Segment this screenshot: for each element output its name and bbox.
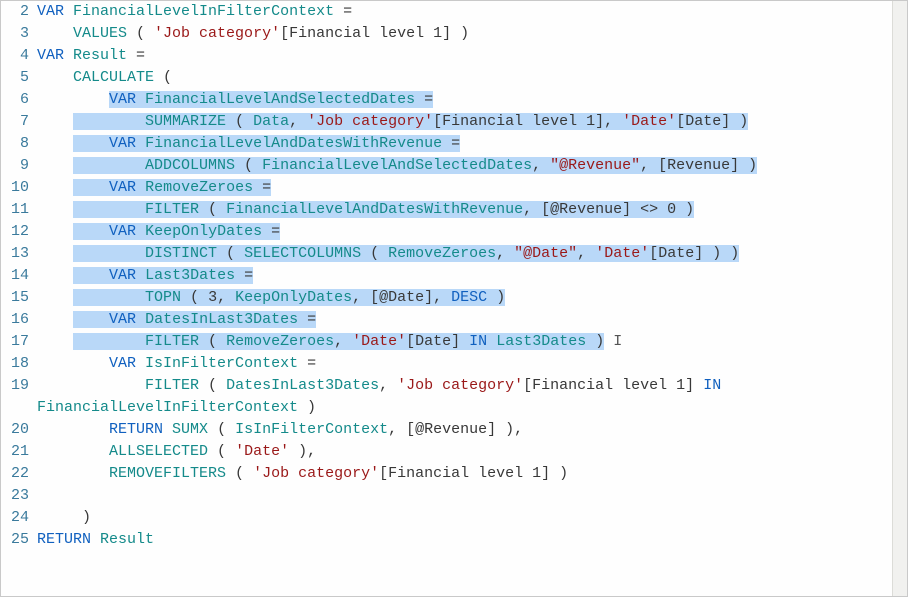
code-content[interactable]: VAR IsInFilterContext =	[37, 353, 907, 375]
text-cursor-icon: I	[604, 333, 622, 350]
line-number: 23	[1, 485, 37, 507]
selection[interactable]: VAR FinancialLevelAndSelectedDates =	[109, 91, 433, 108]
code-content[interactable]: ADDCOLUMNS ( FinancialLevelAndSelectedDa…	[37, 155, 907, 177]
code-line[interactable]: 22 REMOVEFILTERS ( 'Job category'[Financ…	[1, 463, 907, 485]
code-content[interactable]: DISTINCT ( SELECTCOLUMNS ( RemoveZeroes,…	[37, 243, 907, 265]
code-content[interactable]: REMOVEFILTERS ( 'Job category'[Financial…	[37, 463, 907, 485]
selection[interactable]: VAR DatesInLast3Dates =	[73, 311, 316, 328]
code-line[interactable]: 7 SUMMARIZE ( Data, 'Job category'[Finan…	[1, 111, 907, 133]
line-number: 9	[1, 155, 37, 177]
line-number: 8	[1, 133, 37, 155]
line-number: 15	[1, 287, 37, 309]
code-line[interactable]: 21 ALLSELECTED ( 'Date' ),	[1, 441, 907, 463]
selection[interactable]: TOPN ( 3, KeepOnlyDates, [@Date], DESC )	[73, 289, 505, 306]
line-number: 3	[1, 23, 37, 45]
code-line[interactable]: 25 RETURN Result	[1, 529, 907, 551]
code-content[interactable]: RETURN Result	[37, 529, 907, 551]
selection[interactable]: SUMMARIZE ( Data, 'Job category'[Financi…	[73, 113, 748, 130]
code-line[interactable]: 8 VAR FinancialLevelAndDatesWithRevenue …	[1, 133, 907, 155]
code-content[interactable]: FILTER ( RemoveZeroes, 'Date'[Date] IN L…	[37, 331, 907, 353]
selection[interactable]: VAR KeepOnlyDates =	[73, 223, 280, 240]
code-line[interactable]: 12 VAR KeepOnlyDates =	[1, 221, 907, 243]
code-line[interactable]: 11 FILTER ( FinancialLevelAndDatesWithRe…	[1, 199, 907, 221]
code-line[interactable]: 2 VAR FinancialLevelInFilterContext =	[1, 1, 907, 23]
code-content[interactable]: )	[37, 507, 907, 529]
line-number: 11	[1, 199, 37, 221]
code-line[interactable]: 16 VAR DatesInLast3Dates =	[1, 309, 907, 331]
line-number: 14	[1, 265, 37, 287]
code-line[interactable]: 14 VAR Last3Dates =	[1, 265, 907, 287]
line-number: 17	[1, 331, 37, 353]
code-line-wrap[interactable]: FinancialLevelInFilterContext )	[1, 397, 907, 419]
code-line[interactable]: 5 CALCULATE (	[1, 67, 907, 89]
code-content[interactable]: VAR Result =	[37, 45, 907, 67]
selection[interactable]: VAR FinancialLevelAndDatesWithRevenue =	[73, 135, 460, 152]
code-line[interactable]: 18 VAR IsInFilterContext =	[1, 353, 907, 375]
code-line[interactable]: 17 FILTER ( RemoveZeroes, 'Date'[Date] I…	[1, 331, 907, 353]
line-number: 18	[1, 353, 37, 375]
line-number: 20	[1, 419, 37, 441]
code-line[interactable]: 13 DISTINCT ( SELECTCOLUMNS ( RemoveZero…	[1, 243, 907, 265]
line-number: 6	[1, 89, 37, 111]
selection[interactable]: FILTER ( RemoveZeroes, 'Date'[Date] IN L…	[73, 333, 604, 350]
code-content[interactable]: VAR FinancialLevelAndDatesWithRevenue =	[37, 133, 907, 155]
code-content[interactable]: ALLSELECTED ( 'Date' ),	[37, 441, 907, 463]
code-line[interactable]: 6 VAR FinancialLevelAndSelectedDates =	[1, 89, 907, 111]
code-content[interactable]: SUMMARIZE ( Data, 'Job category'[Financi…	[37, 111, 907, 133]
line-number: 24	[1, 507, 37, 529]
code-content[interactable]: CALCULATE (	[37, 67, 907, 89]
line-number: 5	[1, 67, 37, 89]
line-number: 19	[1, 375, 37, 397]
selection[interactable]: FILTER ( FinancialLevelAndDatesWithReven…	[73, 201, 694, 218]
code-content[interactable]: VAR FinancialLevelInFilterContext =	[37, 1, 907, 23]
code-content[interactable]: FILTER ( FinancialLevelAndDatesWithReven…	[37, 199, 907, 221]
code-line[interactable]: 23	[1, 485, 907, 507]
code-editor-scroll[interactable]: 2 VAR FinancialLevelInFilterContext = 3 …	[1, 1, 907, 596]
code-content[interactable]: VAR DatesInLast3Dates =	[37, 309, 907, 331]
line-number: 12	[1, 221, 37, 243]
code-line[interactable]: 24 )	[1, 507, 907, 529]
code-line[interactable]: 10 VAR RemoveZeroes =	[1, 177, 907, 199]
line-number: 21	[1, 441, 37, 463]
selection[interactable]: ADDCOLUMNS ( FinancialLevelAndSelectedDa…	[73, 157, 757, 174]
line-number: 7	[1, 111, 37, 133]
code-editor: 2 VAR FinancialLevelInFilterContext = 3 …	[0, 0, 908, 597]
line-number: 25	[1, 529, 37, 551]
code-line[interactable]: 19 FILTER ( DatesInLast3Dates, 'Job cate…	[1, 375, 907, 397]
code-content[interactable]: VAR KeepOnlyDates =	[37, 221, 907, 243]
code-content[interactable]: FinancialLevelInFilterContext )	[37, 397, 907, 419]
code-content[interactable]: VALUES ( 'Job category'[Financial level …	[37, 23, 907, 45]
code-line[interactable]: 9 ADDCOLUMNS ( FinancialLevelAndSelected…	[1, 155, 907, 177]
line-number: 10	[1, 177, 37, 199]
code-content[interactable]: FILTER ( DatesInLast3Dates, 'Job categor…	[37, 375, 907, 397]
code-content[interactable]	[37, 485, 907, 507]
code-line[interactable]: 3 VALUES ( 'Job category'[Financial leve…	[1, 23, 907, 45]
code-line[interactable]: 15 TOPN ( 3, KeepOnlyDates, [@Date], DES…	[1, 287, 907, 309]
code-content[interactable]: RETURN SUMX ( IsInFilterContext, [@Reven…	[37, 419, 907, 441]
code-content[interactable]: VAR Last3Dates =	[37, 265, 907, 287]
code-content[interactable]: VAR RemoveZeroes =	[37, 177, 907, 199]
selection[interactable]: VAR RemoveZeroes =	[73, 179, 271, 196]
selection[interactable]: DISTINCT ( SELECTCOLUMNS ( RemoveZeroes,…	[73, 245, 739, 262]
code-line[interactable]: 20 RETURN SUMX ( IsInFilterContext, [@Re…	[1, 419, 907, 441]
code-line[interactable]: 4 VAR Result =	[1, 45, 907, 67]
code-content[interactable]: VAR FinancialLevelAndSelectedDates =	[37, 89, 907, 111]
line-number: 2	[1, 1, 37, 23]
line-number: 13	[1, 243, 37, 265]
line-number: 4	[1, 45, 37, 67]
line-number: 16	[1, 309, 37, 331]
line-number: 22	[1, 463, 37, 485]
selection[interactable]: VAR Last3Dates =	[73, 267, 253, 284]
scrollbar-track[interactable]	[892, 1, 907, 596]
code-content[interactable]: TOPN ( 3, KeepOnlyDates, [@Date], DESC )	[37, 287, 907, 309]
